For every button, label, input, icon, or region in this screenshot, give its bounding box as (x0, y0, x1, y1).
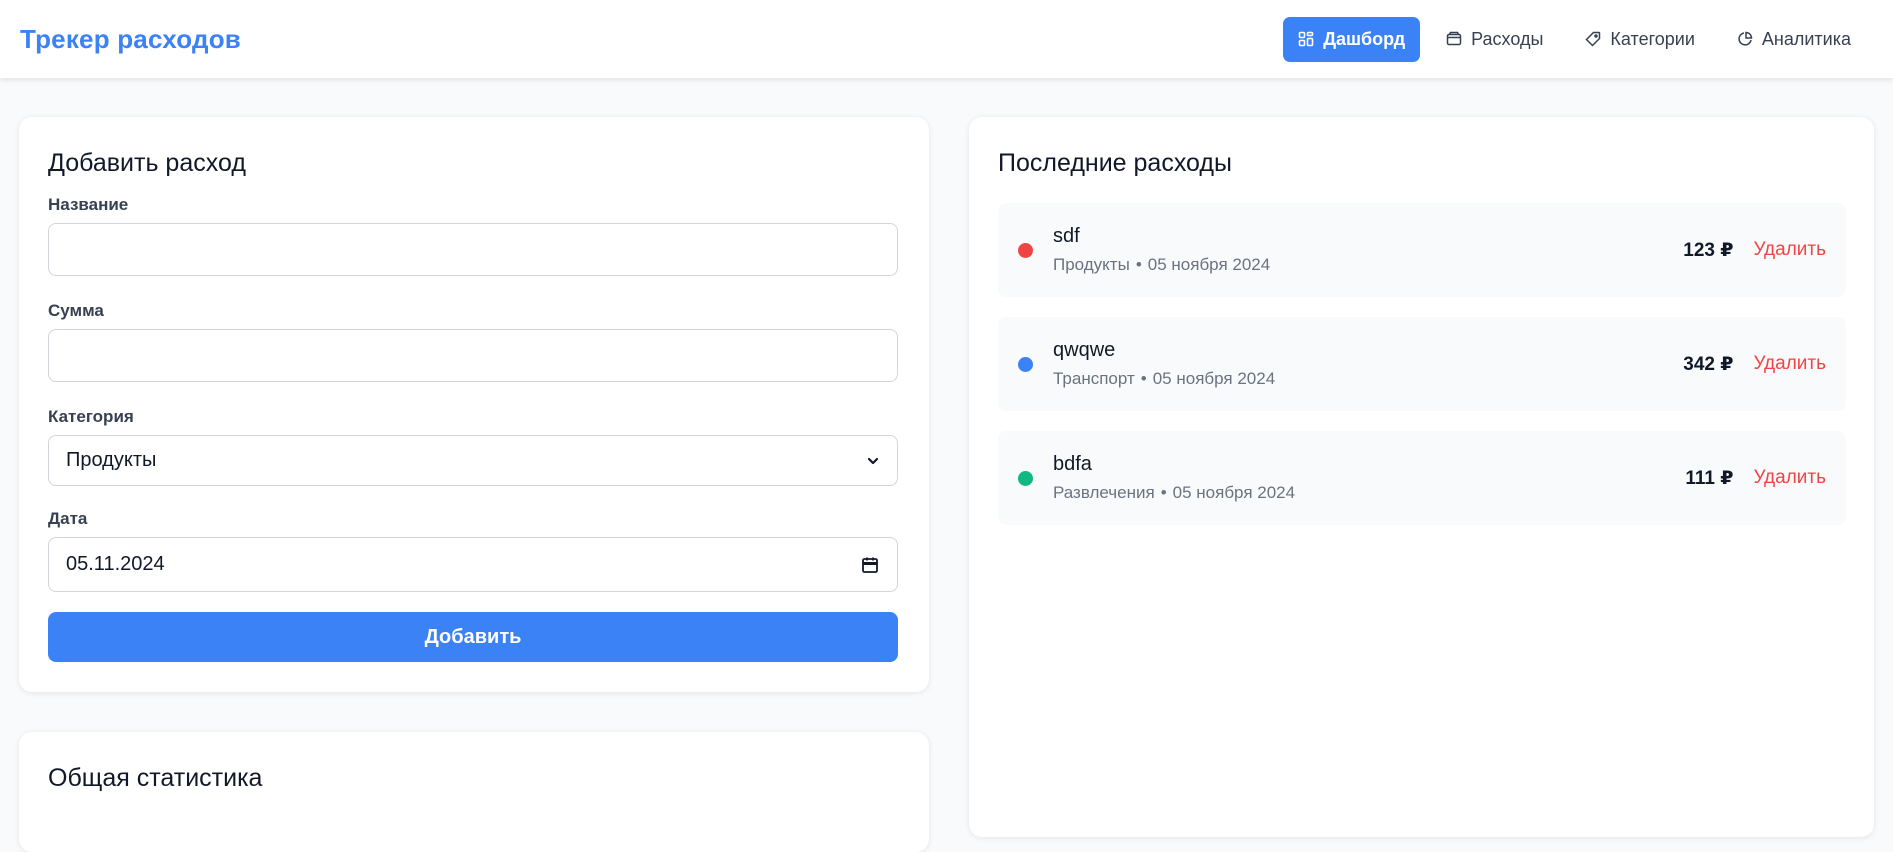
expense-amount: 342 ₽ (1683, 353, 1734, 375)
nav-analytics-label: Аналитика (1761, 28, 1851, 49)
add-expense-card: Добавить расход Название Сумма Категория… (19, 117, 929, 692)
expense-category: Транспорт (1053, 369, 1135, 388)
stats-title: Общая статистика (48, 764, 263, 792)
amount-label: Сумма (48, 301, 104, 320)
expense-item: sdf Продукты • 05 ноября 2024 123 ₽ Удал… (998, 203, 1846, 297)
expense-text: bdfa Развлечения • 05 ноября 2024 (1053, 453, 1295, 503)
nav-expenses-label: Расходы (1471, 28, 1544, 49)
wallet-icon (1446, 31, 1462, 46)
expense-category: Продукты (1053, 255, 1130, 274)
expense-meta: Развлечения • 05 ноября 2024 (1053, 483, 1295, 503)
app-title: Трекер расходов (20, 23, 241, 54)
nav-analytics[interactable]: Аналитика (1721, 17, 1867, 62)
pie-chart-icon (1738, 31, 1753, 46)
date-label: Дата (48, 509, 88, 528)
stats-card: Общая статистика (19, 732, 929, 852)
expense-item: qwqwe Транспорт • 05 ноября 2024 342 ₽ У… (998, 317, 1846, 411)
dashboard-icon (1298, 31, 1314, 47)
amount-input[interactable] (48, 329, 898, 382)
expense-category: Развлечения (1053, 483, 1155, 502)
date-input-value: 05.11.2024 (66, 553, 165, 575)
expense-text: qwqwe Транспорт • 05 ноября 2024 (1053, 339, 1275, 389)
expense-text: sdf Продукты • 05 ноября 2024 (1053, 225, 1270, 275)
nav-dashboard-label: Дашборд (1323, 28, 1406, 49)
expense-meta: Продукты • 05 ноября 2024 (1053, 255, 1270, 275)
delete-button[interactable]: Удалить (1753, 467, 1826, 489)
expense-meta: Транспорт • 05 ноября 2024 (1053, 369, 1275, 389)
meta-separator: • (1140, 369, 1147, 388)
category-label: Категория (48, 407, 134, 426)
nav-categories[interactable]: Категории (1569, 17, 1710, 62)
recent-expenses-title: Последние расходы (998, 149, 1232, 177)
meta-separator: • (1135, 255, 1142, 274)
category-color-dot (1018, 356, 1033, 372)
category-color-dot (1018, 242, 1033, 258)
top-navbar: Трекер расходов Дашборд Расходы Категори… (0, 0, 1893, 78)
expense-amount: 123 ₽ (1683, 239, 1734, 261)
chevron-down-icon (867, 457, 879, 464)
category-color-dot (1018, 470, 1033, 486)
add-expense-button[interactable]: Добавить (48, 612, 898, 662)
nav-categories-label: Категории (1610, 28, 1695, 49)
add-expense-title: Добавить расход (48, 149, 246, 177)
expense-date: 05 ноября 2024 (1172, 483, 1296, 502)
category-select-value: Продукты (66, 449, 157, 471)
date-input[interactable]: 05.11.2024 (48, 537, 898, 592)
nav-dashboard[interactable]: Дашборд (1283, 16, 1421, 62)
expense-amount: 111 ₽ (1685, 467, 1734, 489)
recent-expenses-card: Последние расходы sdf Продукты • 05 нояб… (969, 117, 1874, 837)
tag-icon (1585, 31, 1601, 47)
category-select[interactable]: Продукты (48, 435, 898, 486)
calendar-icon[interactable] (860, 555, 880, 575)
expense-name: sdf (1053, 225, 1080, 247)
expense-name: bdfa (1053, 453, 1092, 475)
expense-list: sdf Продукты • 05 ноября 2024 123 ₽ Удал… (998, 203, 1846, 525)
expense-name: qwqwe (1053, 339, 1116, 361)
name-input[interactable] (48, 223, 898, 276)
nav-expenses[interactable]: Расходы (1430, 17, 1559, 62)
main-nav: Дашборд Расходы Категории Аналитика (1283, 16, 1867, 62)
expense-date: 05 ноября 2024 (1152, 369, 1276, 388)
expense-date: 05 ноября 2024 (1147, 255, 1271, 274)
name-label: Название (48, 195, 129, 214)
meta-separator: • (1160, 483, 1167, 502)
delete-button[interactable]: Удалить (1753, 239, 1826, 261)
delete-button[interactable]: Удалить (1753, 353, 1826, 375)
expense-item: bdfa Развлечения • 05 ноября 2024 111 ₽ … (998, 431, 1846, 525)
